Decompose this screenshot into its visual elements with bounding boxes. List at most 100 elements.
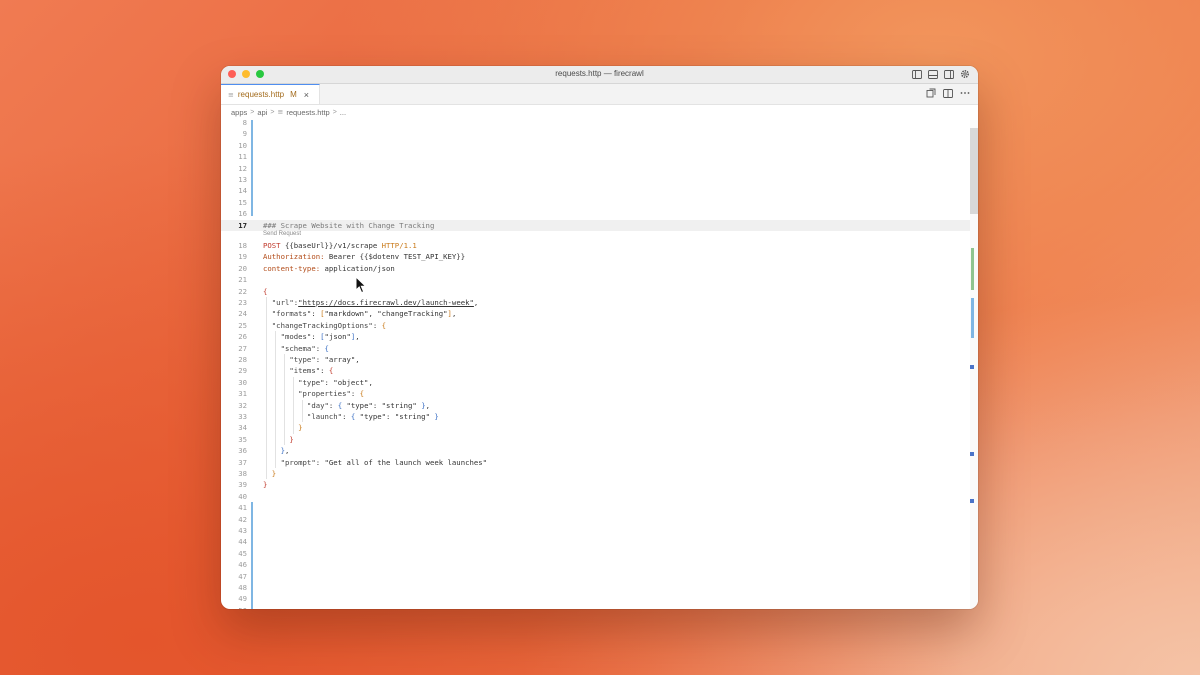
code-token: : <box>315 343 325 353</box>
code-line[interactable]: 16 <box>221 208 970 219</box>
code-line[interactable]: 8 <box>221 117 970 128</box>
scroll-change-marker <box>970 499 974 503</box>
code-token: { <box>381 320 387 330</box>
code-line[interactable]: 24 "formats": ["markdown", "changeTracki… <box>221 308 970 319</box>
code-line[interactable]: 42 <box>221 514 970 525</box>
code-text: } <box>263 468 276 479</box>
code-line[interactable]: 15 <box>221 197 970 208</box>
code-text: "url":"https://docs.firecrawl.dev/launch… <box>263 297 479 308</box>
code-line[interactable]: 36 }, <box>221 445 970 456</box>
code-text: "changeTrackingOptions": { <box>263 320 386 331</box>
scrollbar-thumb[interactable] <box>970 128 978 214</box>
code-line[interactable]: 21 <box>221 274 970 285</box>
code-line[interactable]: 14 <box>221 185 970 196</box>
line-number: 36 <box>238 446 247 456</box>
code-line[interactable]: 49 <box>221 593 970 604</box>
code-token: , <box>425 400 430 410</box>
code-line[interactable]: 17 ### Scrape Website with Change Trackin… <box>221 219 970 231</box>
code-token: content-type: <box>263 263 321 273</box>
scroll-change-marker <box>971 248 974 290</box>
code-line[interactable]: 12 <box>221 163 970 174</box>
code-line[interactable]: 41 <box>221 502 970 513</box>
line-number: 46 <box>238 560 247 570</box>
more-actions-icon[interactable] <box>960 88 970 98</box>
code-token: } <box>263 434 294 444</box>
code-editor[interactable]: 8 9 10 11 12 13 14 15 16 17 ### Scrape Website wit… <box>221 117 978 609</box>
split-editor-icon[interactable] <box>943 88 953 98</box>
line-number: 18 <box>238 241 247 250</box>
code-line[interactable]: 27 "schema": { <box>221 343 970 354</box>
code-line[interactable]: 38 } <box>221 468 970 479</box>
code-token: , <box>451 309 457 319</box>
breadcrumb-item-api[interactable]: api <box>257 108 267 117</box>
code-line[interactable]: 13 <box>221 174 970 185</box>
line-number: 13 <box>238 175 247 184</box>
scroll-change-marker <box>970 452 974 456</box>
code-line[interactable]: 20 content-type: application/json <box>221 263 970 274</box>
code-text: "day": { "type": "string" }, <box>263 400 430 411</box>
code-line[interactable]: 18 POST {{baseUrl}}/v1/scrape HTTP/1.1 <box>221 240 970 251</box>
line-number: 31 <box>238 389 247 399</box>
code-line[interactable]: 11 <box>221 151 970 162</box>
tab-label: requests.http <box>237 90 285 99</box>
close-tab-icon[interactable]: × <box>304 90 309 100</box>
breadcrumb-separator: > <box>250 108 255 116</box>
code-token: { <box>324 343 329 353</box>
code-line[interactable]: 26 "modes": ["json"], <box>221 331 970 342</box>
code-line[interactable]: 43 <box>221 525 970 536</box>
toggle-primary-sidebar-icon[interactable] <box>912 69 922 79</box>
code-line[interactable]: 25 "changeTrackingOptions": { <box>221 320 970 331</box>
code-token: : <box>372 320 382 330</box>
breadcrumb-item-apps[interactable]: apps <box>231 108 247 117</box>
code-line[interactable]: 47 <box>221 571 970 582</box>
code-line[interactable]: 9 <box>221 128 970 139</box>
code-token: : <box>320 366 329 376</box>
indent-guide <box>302 399 303 423</box>
code-line[interactable]: 10 <box>221 140 970 151</box>
code-line[interactable]: 34 } <box>221 422 970 433</box>
code-line[interactable]: 50 <box>221 605 970 609</box>
code-line[interactable]: 19 Authorization: Bearer {{$dotenv TEST_A… <box>221 251 970 262</box>
code-token: , <box>473 298 479 307</box>
line-number: 32 <box>238 400 247 410</box>
code-token: "type" <box>263 355 316 364</box>
settings-gear-icon[interactable] <box>960 69 970 79</box>
line-number: 16 <box>238 209 247 219</box>
code-line[interactable]: 31 "properties": { <box>221 388 970 399</box>
code-line[interactable]: 37 "prompt": "Get all of the launch week… <box>221 457 970 468</box>
code-text: } <box>263 422 302 433</box>
code-line[interactable]: 22 { <box>221 286 970 297</box>
code-token: "changeTrackingOptions" <box>263 320 373 330</box>
editor-scrollbar[interactable] <box>970 120 978 609</box>
tab-requests-http[interactable]: ≡ requests.http M × <box>221 84 320 104</box>
code-line[interactable]: 46 <box>221 559 970 570</box>
code-token: } <box>434 412 439 421</box>
code-line[interactable]: 32 "day": { "type": "string" }, <box>221 400 970 411</box>
code-text: "items": { <box>263 365 333 376</box>
code-line[interactable]: 30 "type": "object", <box>221 377 970 388</box>
send-request-codelens[interactable]: Send Request <box>263 231 301 237</box>
code-line[interactable]: 39} <box>221 479 970 490</box>
code-line[interactable]: 45 <box>221 548 970 559</box>
line-number: 22 <box>238 286 247 296</box>
code-line[interactable]: 28 "type": "array", <box>221 354 970 365</box>
code-line[interactable]: 48 <box>221 582 970 593</box>
breadcrumb-item-symbols[interactable]: ... <box>340 108 346 117</box>
toggle-secondary-sidebar-icon[interactable] <box>944 69 954 79</box>
line-number: 34 <box>238 423 247 433</box>
line-number: 48 <box>238 583 247 592</box>
code-line[interactable]: 29 "items": { <box>221 365 970 376</box>
breadcrumb-item-file[interactable]: requests.http <box>286 108 329 117</box>
code-line[interactable]: 23 "url":"https://docs.firecrawl.dev/lau… <box>221 297 970 308</box>
line-number: 50 <box>221 605 247 609</box>
open-changes-icon[interactable] <box>926 88 936 98</box>
toggle-panel-icon[interactable] <box>928 69 938 79</box>
code-line[interactable]: 35 } <box>221 434 970 445</box>
code-token: "properties" <box>263 389 351 399</box>
editor-actions <box>926 88 970 98</box>
code-token: POST <box>263 241 281 250</box>
code-line[interactable]: 33 "launch": { "type": "string" } <box>221 411 970 422</box>
code-line[interactable]: 40 <box>221 491 970 502</box>
code-line[interactable]: 44 <box>221 536 970 547</box>
line-number: 26 <box>238 332 247 342</box>
